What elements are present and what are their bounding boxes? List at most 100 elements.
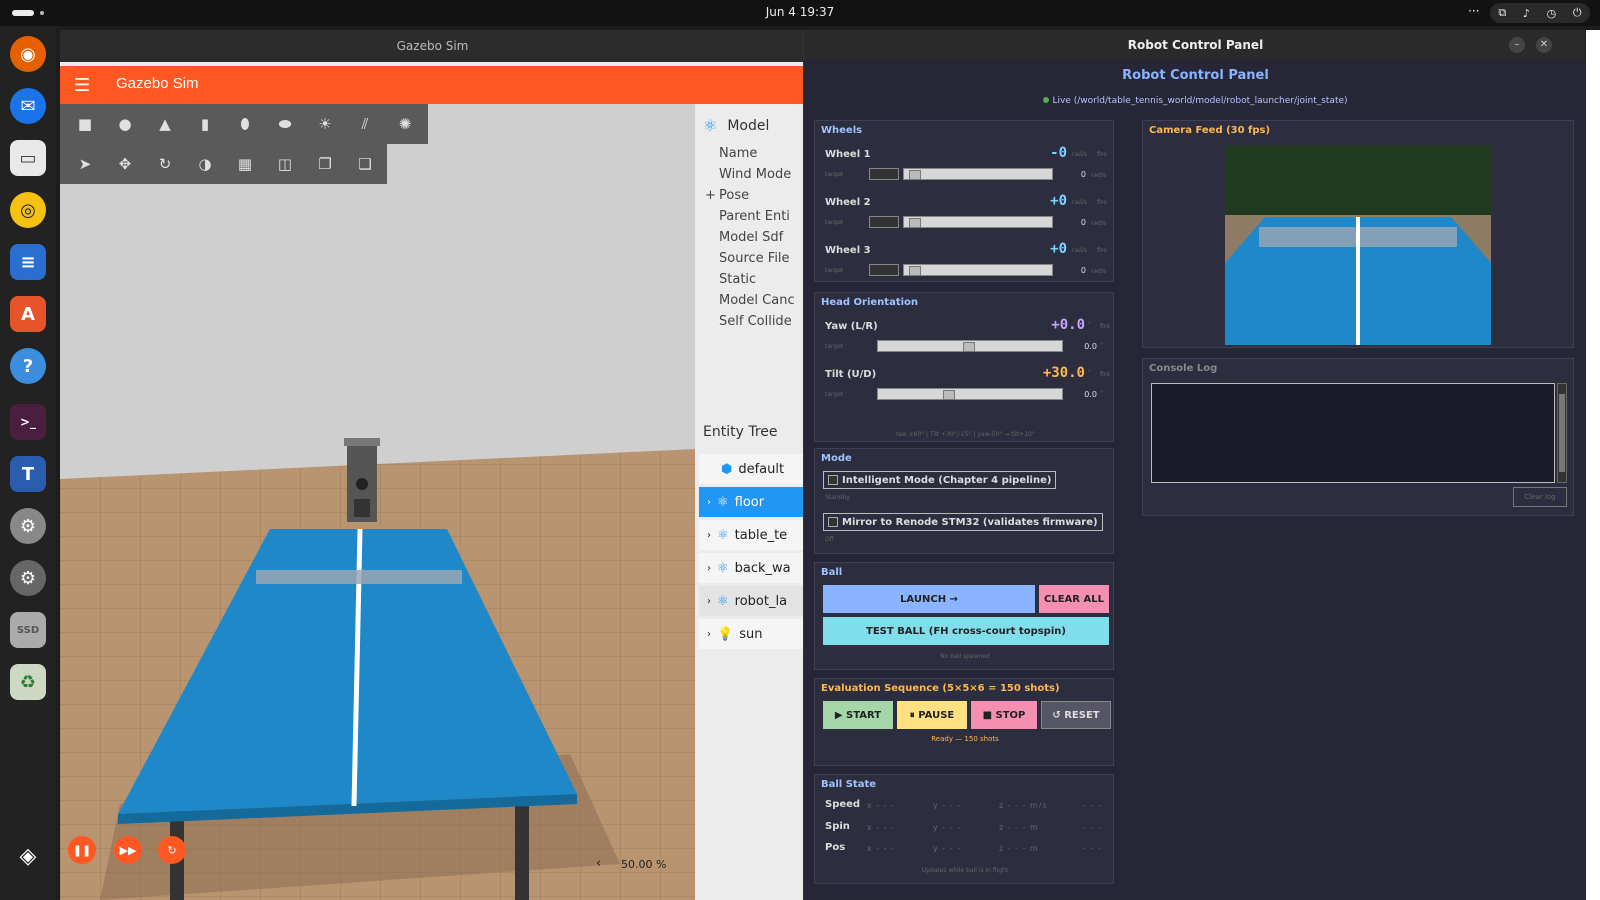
- console-scrollbar[interactable]: [1557, 383, 1567, 483]
- wheel-spinbox[interactable]: [869, 216, 899, 228]
- component-row[interactable]: Name: [719, 146, 757, 161]
- gazebo-titlebar[interactable]: Gazebo Sim: [60, 30, 805, 62]
- launch-button[interactable]: LAUNCH →: [823, 585, 1035, 613]
- wheel-slider[interactable]: [903, 216, 1053, 228]
- console-output[interactable]: [1151, 383, 1555, 483]
- settings-icon[interactable]: ⚙: [10, 508, 46, 544]
- select-icon[interactable]: ➤: [68, 149, 102, 179]
- grid-icon[interactable]: ▦: [228, 149, 262, 179]
- app-center-icon[interactable]: A: [10, 296, 46, 332]
- entity-row[interactable]: › ⚛ robot_la: [699, 586, 805, 616]
- mirror-renode-checkbox[interactable]: Mirror to Renode STM32 (validates firmwa…: [823, 513, 1103, 531]
- ellipsoid-shape-icon[interactable]: ⬬: [268, 109, 302, 139]
- chevron-right-icon[interactable]: ›: [707, 563, 711, 574]
- component-row[interactable]: Model Canc: [719, 293, 795, 308]
- target-label: target: [825, 267, 844, 274]
- slider-thumb[interactable]: [909, 170, 921, 180]
- entity-row[interactable]: › ⚛ back_wa: [699, 553, 805, 583]
- cylinder-shape-icon[interactable]: ▮: [188, 109, 222, 139]
- chevron-right-icon[interactable]: ›: [707, 530, 711, 541]
- component-row[interactable]: Self Collide: [719, 314, 792, 329]
- entity-row[interactable]: › ⚛ table_te: [699, 520, 805, 550]
- rhythmbox-icon[interactable]: ◎: [10, 192, 46, 228]
- chevron-right-icon[interactable]: ›: [707, 629, 711, 640]
- rcp-titlebar[interactable]: Robot Control Panel: [804, 30, 1587, 60]
- more-icon[interactable]: ···: [1468, 4, 1479, 18]
- wheel-slider[interactable]: [903, 168, 1053, 180]
- help-icon[interactable]: ?: [10, 348, 46, 384]
- start-button[interactable]: ▶ START: [823, 701, 893, 729]
- entity-row[interactable]: ⬢ default: [699, 454, 805, 484]
- snap-icon[interactable]: ◑: [188, 149, 222, 179]
- spot-light-icon[interactable]: ✺: [388, 109, 422, 139]
- 3d-viewport[interactable]: [60, 104, 695, 900]
- slider-thumb[interactable]: [943, 390, 955, 400]
- step-button[interactable]: ▶▶: [114, 836, 142, 864]
- collapse-arrow-icon[interactable]: ‹: [596, 856, 601, 871]
- component-row[interactable]: Wind Mode: [719, 167, 791, 182]
- text-editor-icon[interactable]: T: [10, 456, 46, 492]
- directional-light-icon[interactable]: ⫽: [348, 109, 382, 139]
- intelligent-mode-checkbox[interactable]: Intelligent Mode (Chapter 4 pipeline): [823, 471, 1057, 489]
- ssd-drive-icon[interactable]: SSD: [10, 612, 46, 648]
- slider-thumb[interactable]: [909, 266, 921, 276]
- trash-icon[interactable]: ♻: [10, 664, 46, 700]
- scrollbar-thumb[interactable]: [1559, 394, 1565, 472]
- clock[interactable]: Jun 4 19:37: [0, 5, 1600, 19]
- system-tray[interactable]: ⧉ ♪ ◷ ⏻: [1490, 3, 1590, 23]
- checkbox-box[interactable]: [828, 517, 838, 527]
- tilt-slider[interactable]: [877, 388, 1063, 400]
- target-label: target: [825, 391, 844, 398]
- paste-icon[interactable]: ❏: [348, 149, 382, 179]
- yaw-target: 0.0: [1084, 342, 1097, 351]
- rotate-icon[interactable]: ↻: [148, 149, 182, 179]
- wheel-spinbox[interactable]: [869, 264, 899, 276]
- component-row[interactable]: Model Sdf: [719, 230, 783, 245]
- terminal-icon[interactable]: >_: [10, 404, 46, 440]
- hamburger-menu-icon[interactable]: ☰: [74, 75, 90, 96]
- sphere-shape-icon[interactable]: ●: [108, 109, 142, 139]
- checkbox-box[interactable]: [828, 475, 838, 485]
- entity-tree: Entity Tree ⬢ default › ⚛ floor › ⚛ tabl…: [695, 410, 805, 900]
- capsule-shape-icon[interactable]: ⬮: [228, 109, 262, 139]
- yaw-slider[interactable]: [877, 340, 1063, 352]
- thunderbird-icon[interactable]: ✉: [10, 88, 46, 124]
- component-row[interactable]: Parent Enti: [719, 209, 790, 224]
- ball-state-value: x - - -: [867, 844, 896, 853]
- box-shape-icon[interactable]: ■: [68, 109, 102, 139]
- scene-render: [60, 104, 695, 900]
- cone-shape-icon[interactable]: ▲: [148, 109, 182, 139]
- files-icon[interactable]: ▭: [10, 140, 46, 176]
- writer-icon[interactable]: ≡: [10, 244, 46, 280]
- ball-state-footer: Updates while ball is in flight: [921, 867, 1009, 874]
- test-ball-button[interactable]: TEST BALL (FH cross-court topspin): [823, 617, 1109, 645]
- component-row[interactable]: Static: [719, 272, 756, 287]
- translate-icon[interactable]: ✥: [108, 149, 142, 179]
- slider-thumb[interactable]: [909, 218, 921, 228]
- pause-button[interactable]: ⏸ PAUSE: [897, 701, 967, 729]
- settings-icon[interactable]: ⚙: [10, 560, 46, 596]
- copy-icon[interactable]: ❐: [308, 149, 342, 179]
- wheel-spinbox[interactable]: [869, 168, 899, 180]
- firefox-icon[interactable]: ◉: [10, 36, 46, 72]
- chevron-right-icon[interactable]: ›: [707, 596, 711, 607]
- screenshot-icon[interactable]: ◫: [268, 149, 302, 179]
- component-row[interactable]: + Pose: [705, 188, 749, 203]
- stop-button[interactable]: ■ STOP: [971, 701, 1037, 729]
- pause-button[interactable]: ❚❚: [68, 836, 96, 864]
- reset-simulation-button[interactable]: ↻: [158, 836, 186, 864]
- expand-icon[interactable]: +: [705, 188, 716, 203]
- entity-row[interactable]: › ⚛ floor: [699, 487, 805, 517]
- entity-row[interactable]: › 💡 sun: [699, 619, 805, 649]
- clear-all-button[interactable]: CLEAR ALL: [1039, 585, 1109, 613]
- wheel-slider[interactable]: [903, 264, 1053, 276]
- reset-button[interactable]: ↺ RESET: [1041, 701, 1111, 729]
- component-row[interactable]: Source File: [719, 251, 790, 266]
- clear-log-button[interactable]: Clear log: [1513, 487, 1567, 507]
- close-icon[interactable]: ✕: [1536, 37, 1552, 53]
- show-apps-icon[interactable]: ◈: [10, 838, 46, 874]
- chevron-right-icon[interactable]: ›: [707, 497, 711, 508]
- minimize-icon[interactable]: –: [1509, 37, 1525, 53]
- slider-thumb[interactable]: [963, 342, 975, 352]
- point-light-icon[interactable]: ☀: [308, 109, 342, 139]
